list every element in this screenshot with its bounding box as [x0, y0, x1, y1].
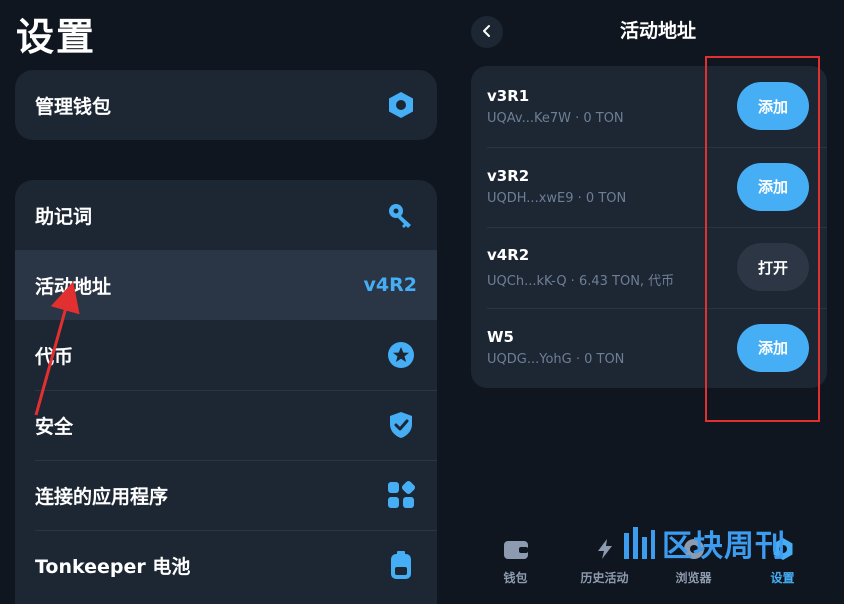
- wallet-version-badge: v4R2: [363, 274, 417, 296]
- wallet-address-detail: UQDH...xwE9 · 0 TON: [487, 191, 627, 207]
- tab-label: 钱包: [503, 571, 528, 585]
- wallet-icon: [503, 538, 529, 564]
- watermark-logo: 区块周刊: [622, 521, 786, 565]
- tab-wallet[interactable]: 钱包: [476, 538, 556, 604]
- annotation-highlight-box: [705, 56, 820, 422]
- wallet-address-detail: UQAv...Ke7W · 0 TON: [487, 110, 624, 126]
- settings-item-security[interactable]: 安全: [15, 390, 437, 460]
- shield-check-icon: [385, 409, 417, 441]
- settings-item-label: 代币: [35, 345, 74, 368]
- settings-panel: 设置 管理钱包 助记词 活动地址 v4R2 代币 安全 连接的应用程序 Tonk…: [0, 0, 452, 604]
- key-icon: [385, 199, 417, 231]
- settings-item-label: 助记词: [35, 205, 93, 228]
- page-title: 活动地址: [619, 20, 696, 42]
- battery-icon: [385, 549, 417, 581]
- tab-label: 历史活动: [580, 571, 629, 585]
- manage-wallet-label: 管理钱包: [35, 95, 112, 118]
- settings-item-label: 安全: [35, 415, 74, 438]
- apps-grid-icon: [385, 479, 417, 511]
- watermark-text: 区块周刊: [662, 529, 786, 564]
- wallet-version-name: v3R1: [487, 86, 530, 105]
- settings-list: 助记词 活动地址 v4R2 代币 安全 连接的应用程序 Tonkeeper 电池: [15, 180, 437, 604]
- page-title: 设置: [16, 15, 97, 59]
- wallet-address-detail: UQCh...kK-Q · 6.43 TON, 代币: [487, 273, 675, 289]
- settings-item-connected-apps[interactable]: 连接的应用程序: [15, 460, 437, 530]
- lightning-icon: [592, 538, 618, 564]
- manage-wallet-card[interactable]: 管理钱包: [15, 70, 437, 140]
- wallet-version-name: v3R2: [487, 167, 530, 186]
- watermark-bars-icon: [624, 527, 655, 559]
- wallet-version-name: W5: [487, 328, 514, 347]
- manage-wallet-row[interactable]: 管理钱包: [15, 70, 437, 140]
- settings-item-tokens[interactable]: 代币: [15, 320, 437, 390]
- tab-label: 浏览器: [675, 571, 712, 585]
- hexagon-settings-icon: [385, 89, 417, 121]
- tab-label: 设置: [770, 571, 795, 585]
- wallet-version-name: v4R2: [487, 245, 530, 264]
- settings-item-label: 活动地址: [35, 275, 112, 298]
- settings-item-label: Tonkeeper 电池: [35, 555, 191, 578]
- settings-item-label: 连接的应用程序: [35, 485, 169, 508]
- settings-item-recovery-phrase[interactable]: 助记词: [15, 180, 437, 250]
- wallet-address-detail: UQDG...YohG · 0 TON: [487, 352, 625, 368]
- settings-item-battery[interactable]: Tonkeeper 电池: [15, 530, 437, 600]
- settings-item-active-address[interactable]: 活动地址 v4R2: [15, 250, 437, 320]
- active-address-panel: 活动地址 v3R1 UQAv...Ke7W · 0 TON 添加 v3R2 UQ…: [452, 0, 844, 604]
- star-circle-icon: [385, 339, 417, 371]
